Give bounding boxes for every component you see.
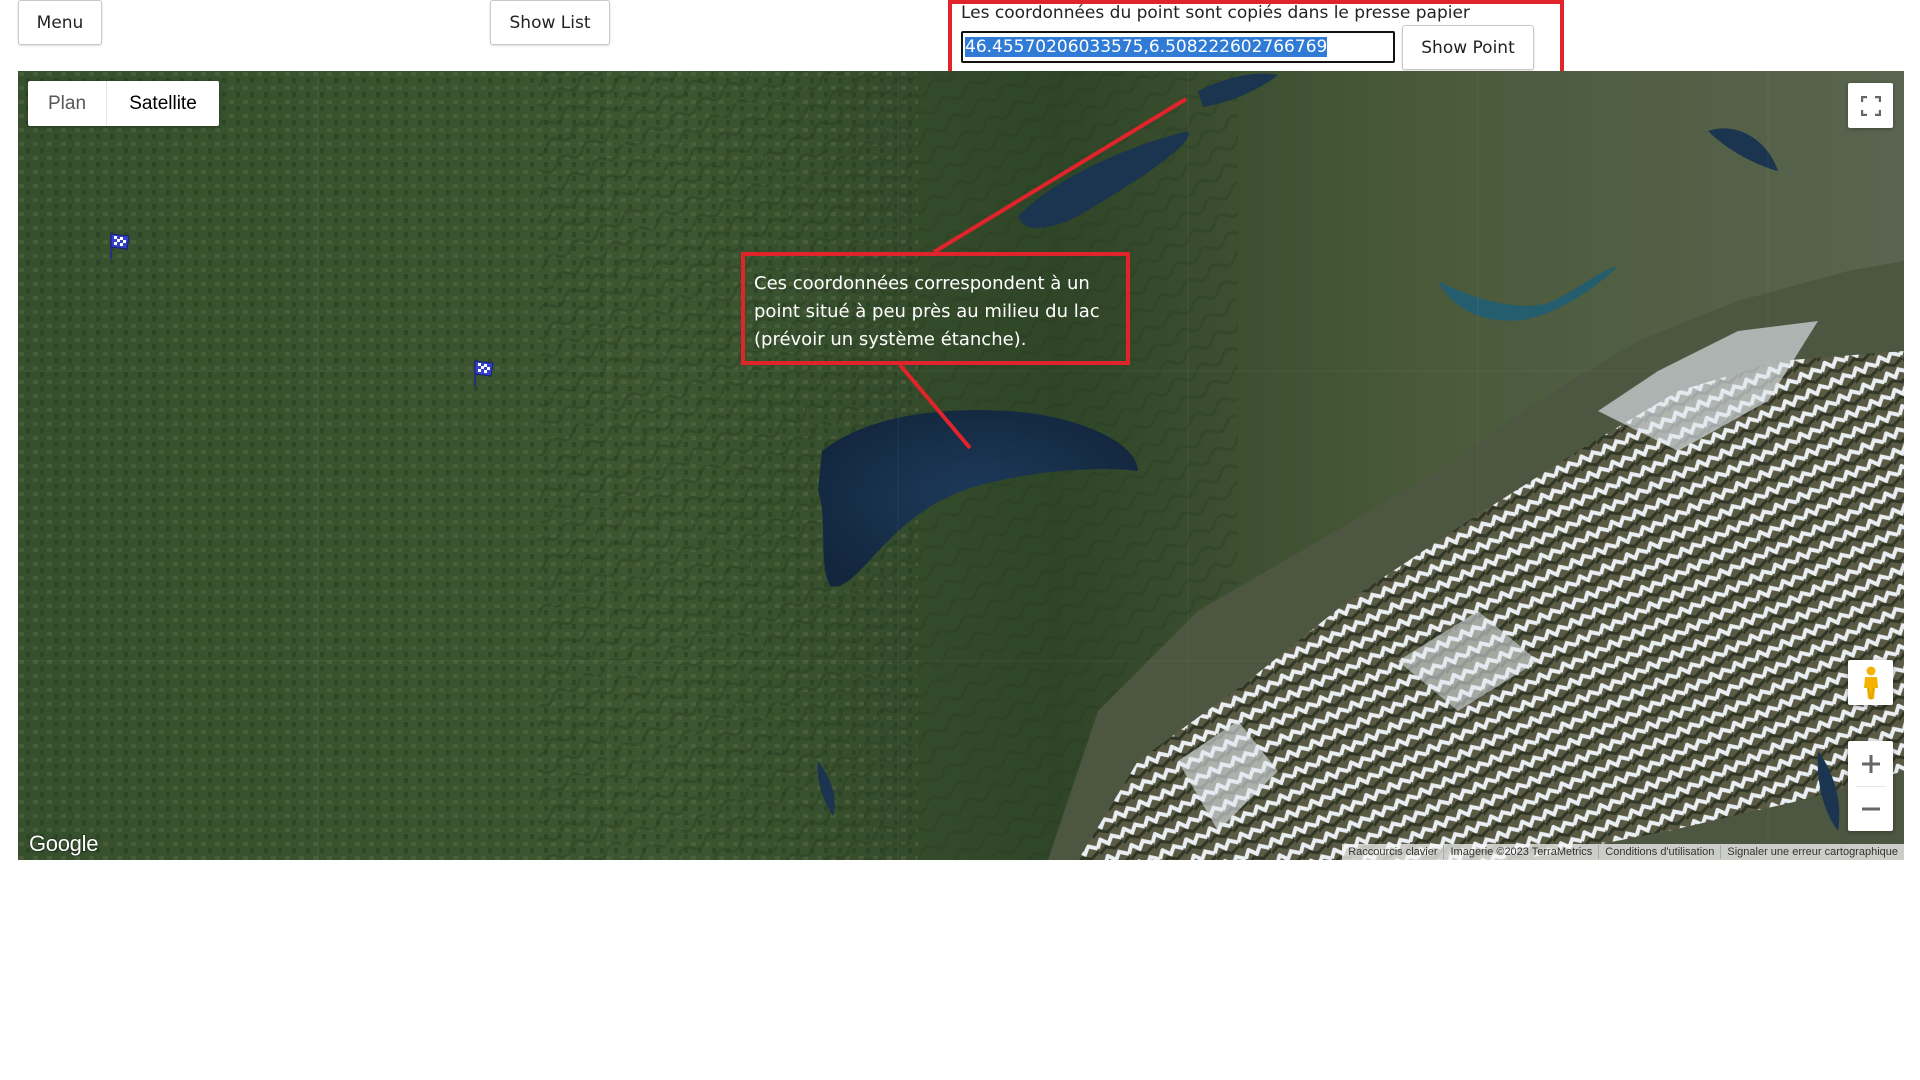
- coordinates-input[interactable]: [961, 31, 1395, 63]
- fullscreen-button[interactable]: [1848, 83, 1893, 128]
- terms-of-use-link[interactable]: Conditions d'utilisation: [1598, 845, 1720, 859]
- annotation-callout: Ces coordonnées correspondent à un point…: [741, 252, 1130, 365]
- pegman-icon: [1863, 666, 1878, 700]
- map-type-control: Plan Satellite: [28, 81, 219, 126]
- satellite-imagery: [18, 71, 1904, 860]
- show-list-button[interactable]: Show List: [490, 0, 610, 45]
- show-point-button[interactable]: Show Point: [1402, 25, 1534, 70]
- plan-map-type-button[interactable]: Plan: [28, 81, 107, 126]
- report-map-error-link[interactable]: Signaler une erreur cartographique: [1720, 845, 1904, 859]
- imagery-credit: Imagerie ©2023 TerraMetrics: [1443, 845, 1598, 859]
- map-view[interactable]: Plan Satellite Google Raccourcis clavier…: [18, 71, 1904, 860]
- checkered-flag-icon[interactable]: [472, 359, 496, 387]
- zoom-in-button[interactable]: [1848, 742, 1893, 786]
- menu-button[interactable]: Menu: [18, 0, 102, 45]
- fullscreen-icon: [1860, 95, 1881, 116]
- keyboard-shortcuts-link[interactable]: Raccourcis clavier: [1342, 845, 1443, 859]
- satellite-map-type-button[interactable]: Satellite: [107, 81, 219, 126]
- google-logo: Google: [29, 831, 99, 856]
- zoom-control: [1848, 741, 1893, 831]
- checkered-flag-icon[interactable]: [108, 232, 132, 260]
- annotation-text: Ces coordonnées correspondent à un point…: [754, 273, 1100, 350]
- plus-icon: [1861, 754, 1880, 773]
- clipboard-message: Les coordonnées du point sont copiés dan…: [961, 3, 1470, 23]
- street-view-pegman-button[interactable]: [1848, 660, 1893, 705]
- map-attribution: Raccourcis clavier Imagerie ©2023 TerraM…: [1342, 844, 1904, 860]
- minus-icon: [1861, 807, 1880, 810]
- zoom-out-button[interactable]: [1848, 787, 1893, 831]
